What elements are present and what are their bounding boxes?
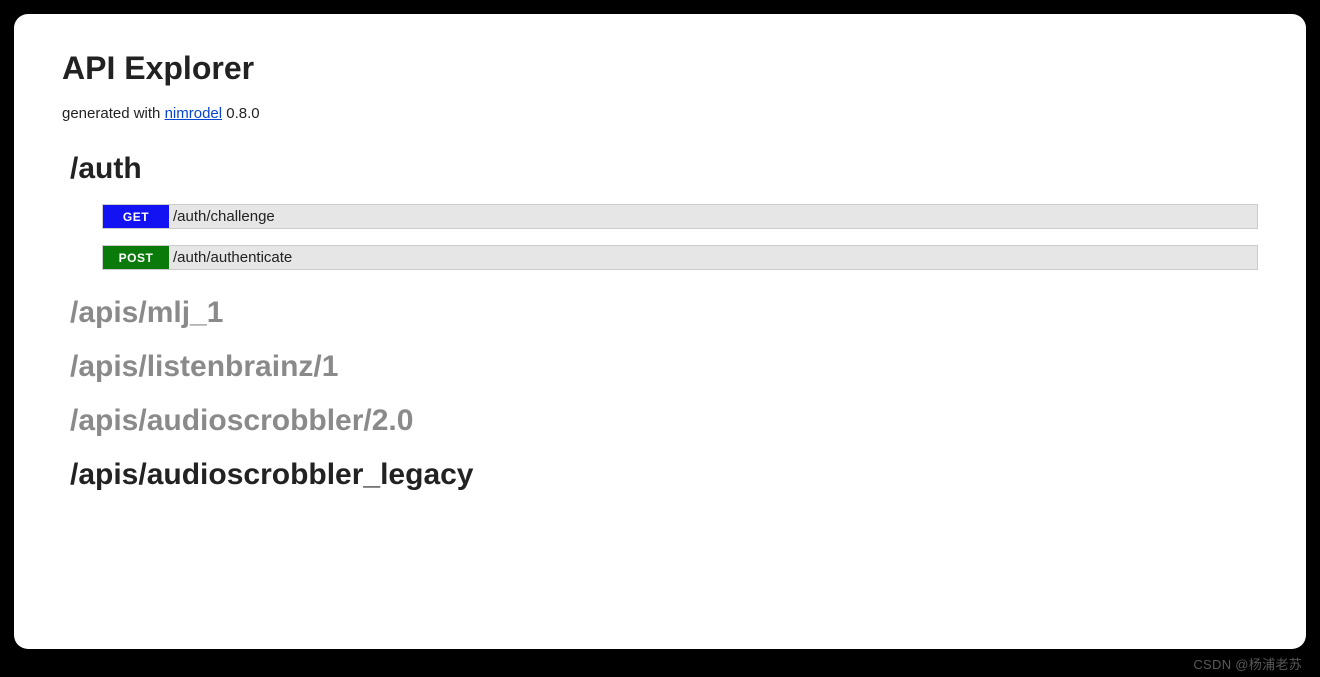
auth-endpoints: GET /auth/challenge POST /auth/authentic… (102, 204, 1258, 270)
watermark: CSDN @杨浦老苏 (1193, 654, 1302, 673)
endpoint-row[interactable]: POST /auth/authenticate (102, 245, 1258, 270)
section-heading-audioscrobbler-legacy[interactable]: /apis/audioscrobbler_legacy (70, 458, 1258, 492)
section-heading-auth[interactable]: /auth (70, 152, 1258, 186)
nimrodel-version: 0.8.0 (222, 105, 260, 122)
section-heading-audioscrobbler[interactable]: /apis/audioscrobbler/2.0 (70, 404, 1258, 438)
generated-with-line: generated with nimrodel 0.8.0 (62, 105, 1258, 122)
page-title: API Explorer (62, 50, 1258, 87)
endpoint-row[interactable]: GET /auth/challenge (102, 204, 1258, 229)
api-explorer-card: API Explorer generated with nimrodel 0.8… (14, 14, 1306, 649)
section-heading-listenbrainz[interactable]: /apis/listenbrainz/1 (70, 350, 1258, 384)
method-badge-post: POST (103, 246, 169, 269)
generated-prefix: generated with (62, 105, 165, 122)
endpoint-path: /auth/challenge (169, 205, 1257, 228)
section-heading-mlj1[interactable]: /apis/mlj_1 (70, 296, 1258, 330)
method-badge-get: GET (103, 205, 169, 228)
nimrodel-link[interactable]: nimrodel (165, 105, 223, 122)
endpoint-path: /auth/authenticate (169, 246, 1257, 269)
